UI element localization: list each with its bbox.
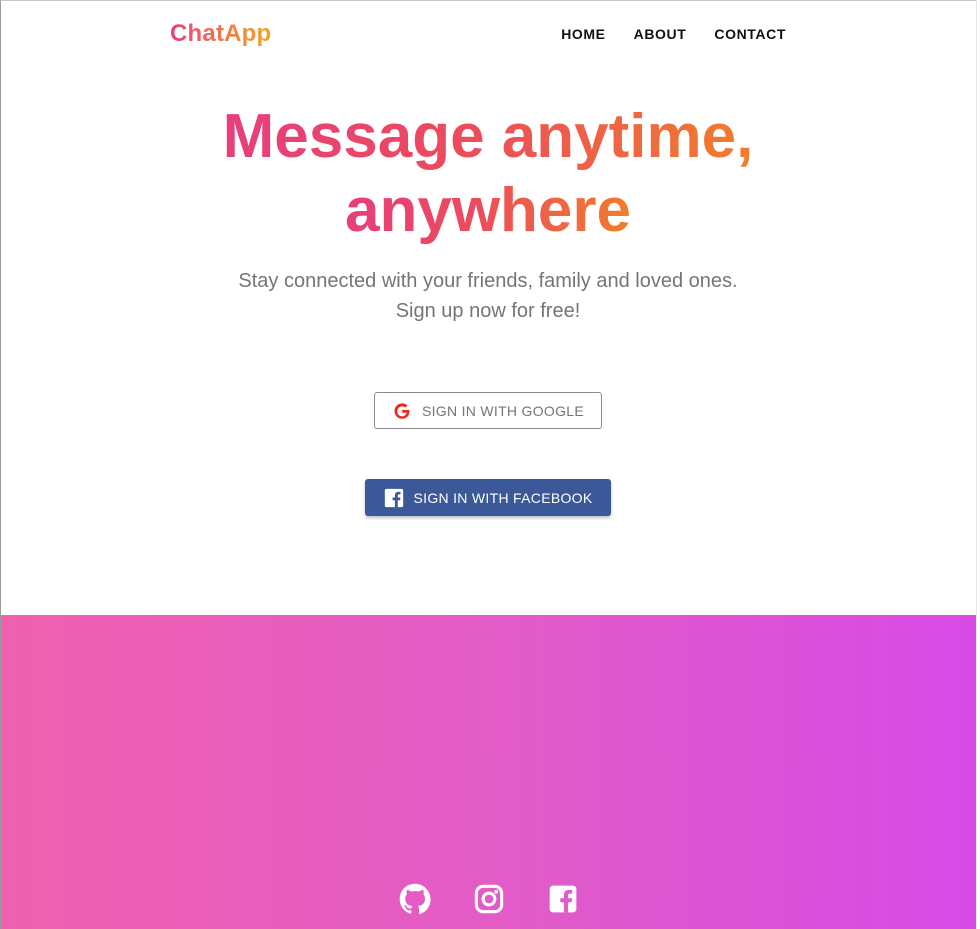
hero-title: Message anytime, anywhere bbox=[0, 100, 976, 248]
hero-subtitle-line2: Sign up now for free! bbox=[395, 300, 581, 322]
google-signin-label: SIGN IN WITH GOOGLE bbox=[421, 402, 585, 419]
google-icon bbox=[394, 402, 410, 419]
facebook-icon bbox=[384, 488, 403, 507]
main-nav: HOME ABOUT CONTACT bbox=[561, 26, 786, 42]
facebook-signin-label: SIGN IN WITH FACEBOOK bbox=[413, 489, 593, 506]
github-icon[interactable] bbox=[399, 883, 431, 915]
hero-title-line1: Message anytime, bbox=[222, 102, 754, 171]
brand-logo[interactable]: ChatApp bbox=[170, 19, 271, 49]
facebook-signin-button[interactable]: SIGN IN WITH FACEBOOK bbox=[365, 479, 611, 516]
google-signin-button[interactable]: SIGN IN WITH GOOGLE bbox=[374, 392, 602, 429]
nav-home-link[interactable]: HOME bbox=[561, 26, 605, 42]
nav-contact-link[interactable]: CONTACT bbox=[714, 26, 786, 42]
social-links bbox=[1, 883, 976, 915]
instagram-icon[interactable] bbox=[473, 883, 505, 915]
hero-subtitle-line1: Stay connected with your friends, family… bbox=[238, 270, 738, 292]
hero-subtitle: Stay connected with your friends, family… bbox=[0, 266, 976, 326]
top-header: ChatApp HOME ABOUT CONTACT bbox=[0, 0, 976, 68]
scrollbar-track[interactable] bbox=[976, 0, 980, 929]
facebook-square-icon[interactable] bbox=[547, 883, 579, 915]
footer-band bbox=[1, 615, 976, 929]
nav-about-link[interactable]: ABOUT bbox=[634, 26, 687, 42]
hero-title-line2: anywhere bbox=[344, 176, 632, 245]
